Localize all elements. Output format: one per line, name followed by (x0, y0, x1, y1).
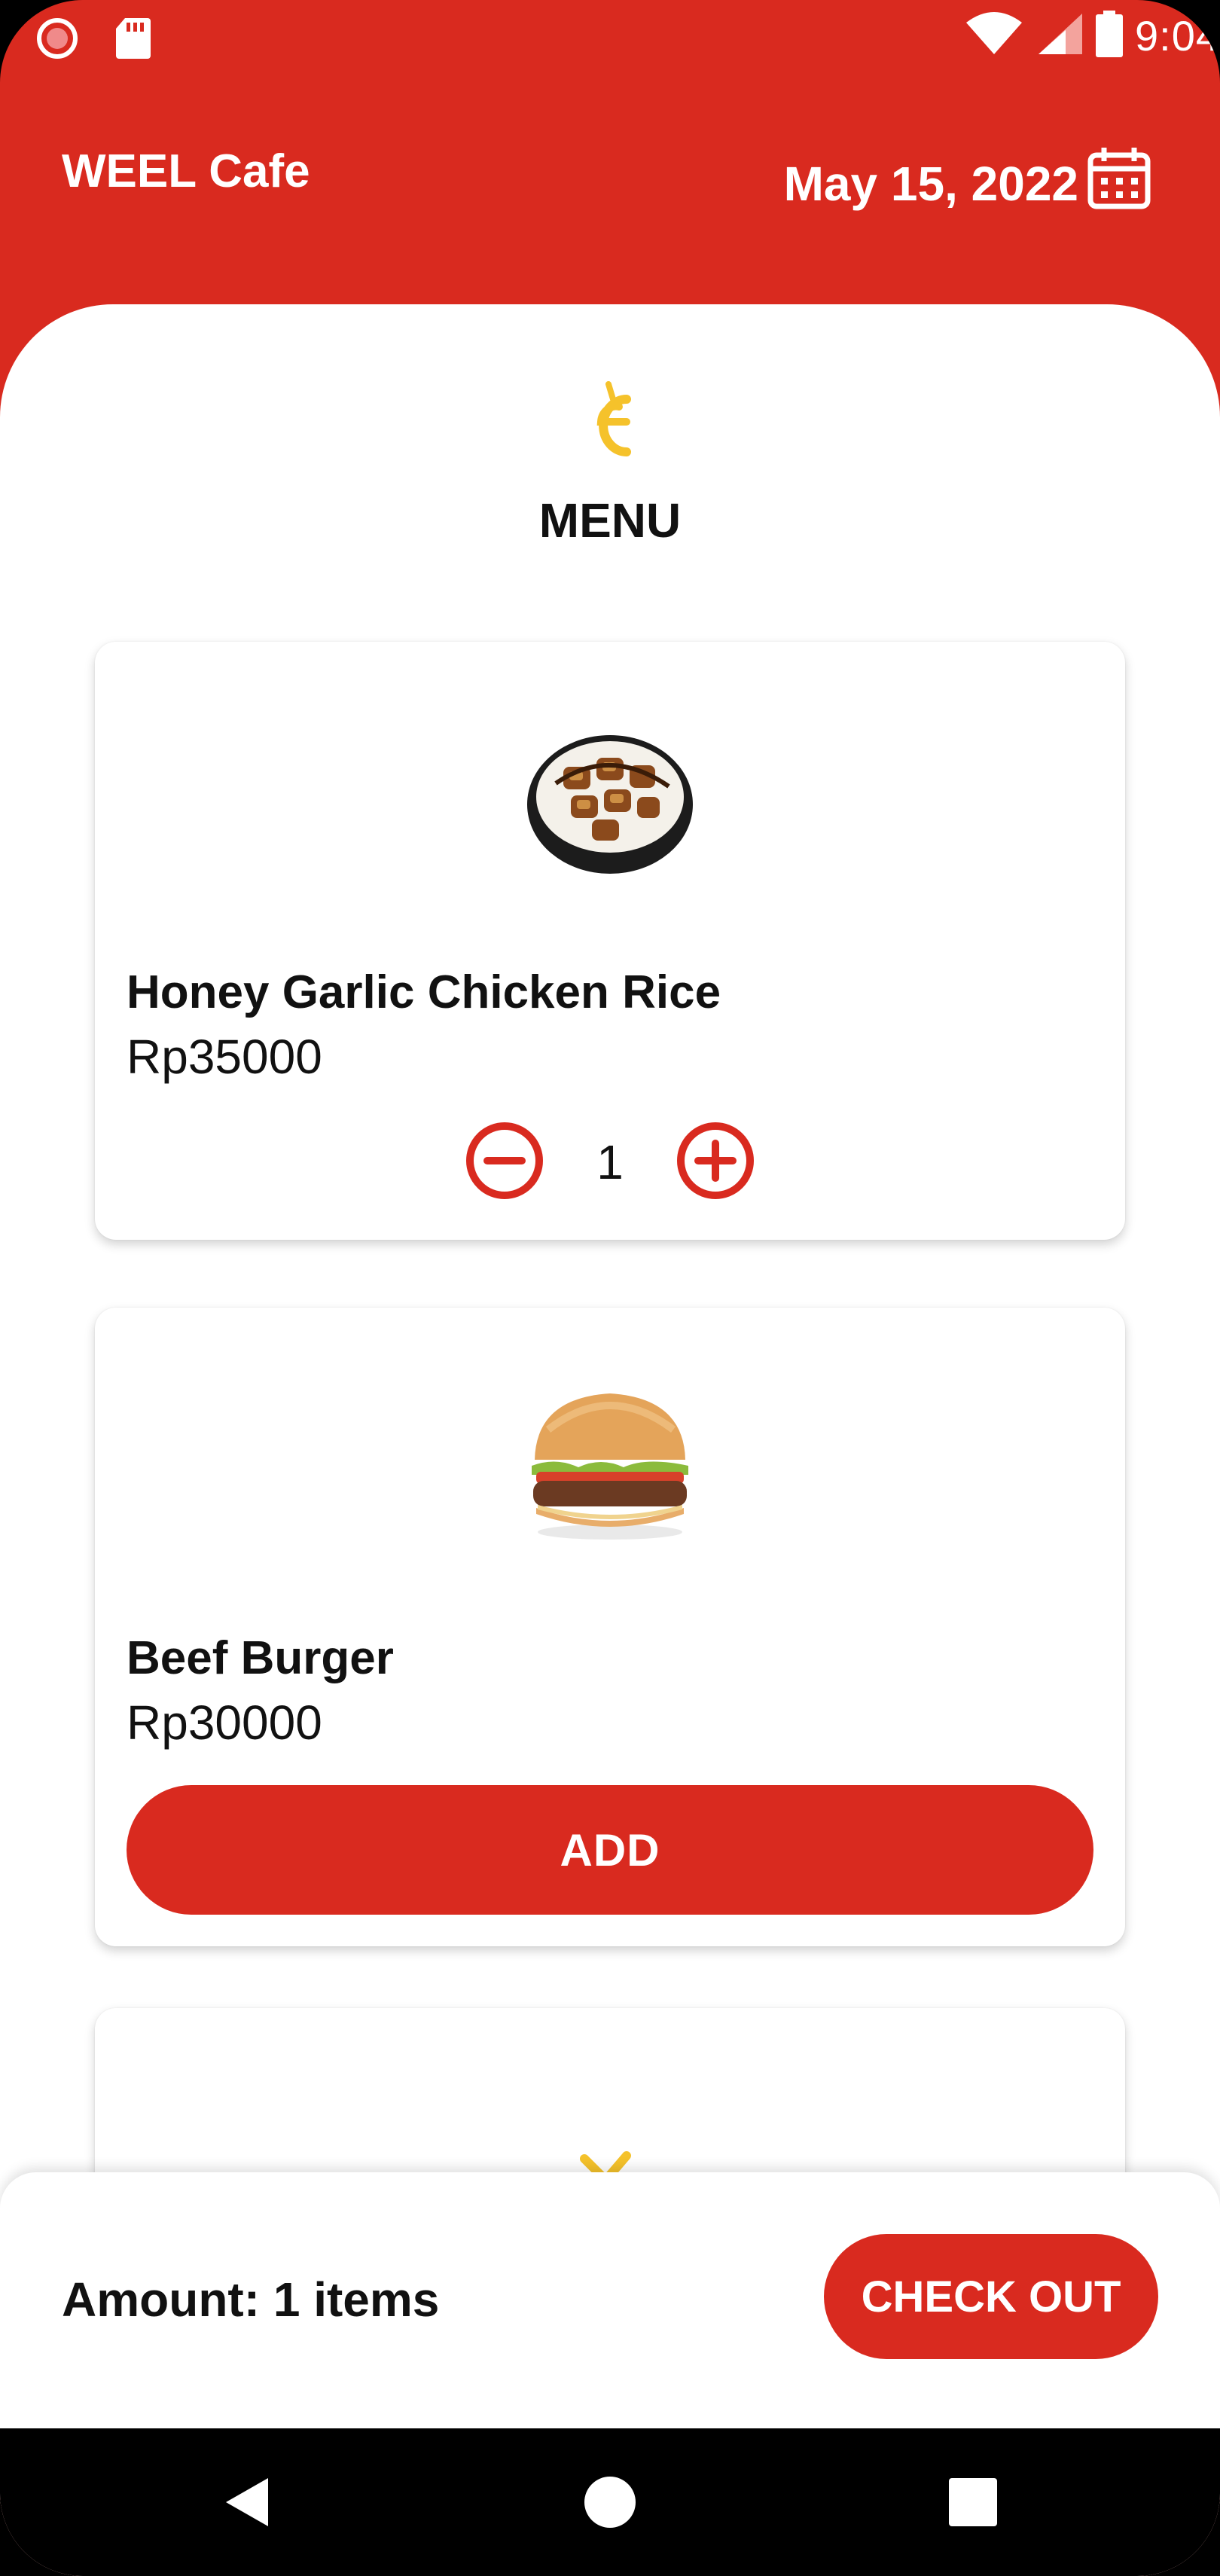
plus-circle-icon (676, 1121, 755, 1204)
chicken-rice-bowl-icon (526, 723, 694, 874)
app-screen: 9:04 WEEL Cafe May 15, 2022 MENU Honey G… (0, 0, 1220, 2576)
record-indicator-icon (36, 17, 78, 63)
checkout-bar: Amount: 1 items CHECK OUT (0, 2172, 1220, 2428)
sd-card-icon (114, 17, 152, 64)
menu-item-card: Beef Burger Rp30000 ADD (95, 1308, 1125, 1946)
burger-icon (526, 1384, 694, 1543)
recents-icon[interactable] (943, 2472, 1003, 2532)
cart-amount: Amount: 1 items (62, 2272, 440, 2327)
battery-icon (1096, 11, 1123, 61)
menu-item-card: Honey Garlic Chicken Rice Rp35000 1 (95, 642, 1125, 1240)
system-navigation-bar (0, 2428, 1220, 2576)
item-price: Rp35000 (127, 1030, 322, 1084)
back-icon[interactable] (218, 2472, 279, 2532)
app-header: WEEL Cafe May 15, 2022 (0, 136, 1220, 211)
increase-quantity-button[interactable] (674, 1121, 757, 1204)
calendar-icon[interactable] (1086, 145, 1152, 222)
item-name: Beef Burger (127, 1632, 394, 1684)
home-icon[interactable] (580, 2472, 640, 2532)
wifi-icon (965, 12, 1023, 60)
add-to-cart-button[interactable]: ADD (127, 1785, 1093, 1915)
date-picker[interactable]: May 15, 2022 (784, 145, 1152, 222)
checkout-button[interactable]: CHECK OUT (824, 2234, 1158, 2359)
quantity-value: 1 (596, 1135, 624, 1189)
item-name: Honey Garlic Chicken Rice (127, 966, 721, 1018)
cafe-logo-icon (580, 380, 640, 470)
date-label: May 15, 2022 (783, 156, 1078, 211)
signal-icon (1035, 12, 1084, 60)
page-title: MENU (538, 493, 682, 548)
minus-circle-icon (465, 1121, 544, 1204)
status-bar: 9:04 (0, 0, 1220, 75)
decrease-quantity-button[interactable] (463, 1121, 546, 1204)
status-time: 9:04 (1135, 12, 1220, 60)
item-price: Rp30000 (127, 1695, 322, 1750)
app-title: WEEL Cafe (62, 145, 310, 197)
quantity-stepper: 1 (95, 1121, 1125, 1204)
